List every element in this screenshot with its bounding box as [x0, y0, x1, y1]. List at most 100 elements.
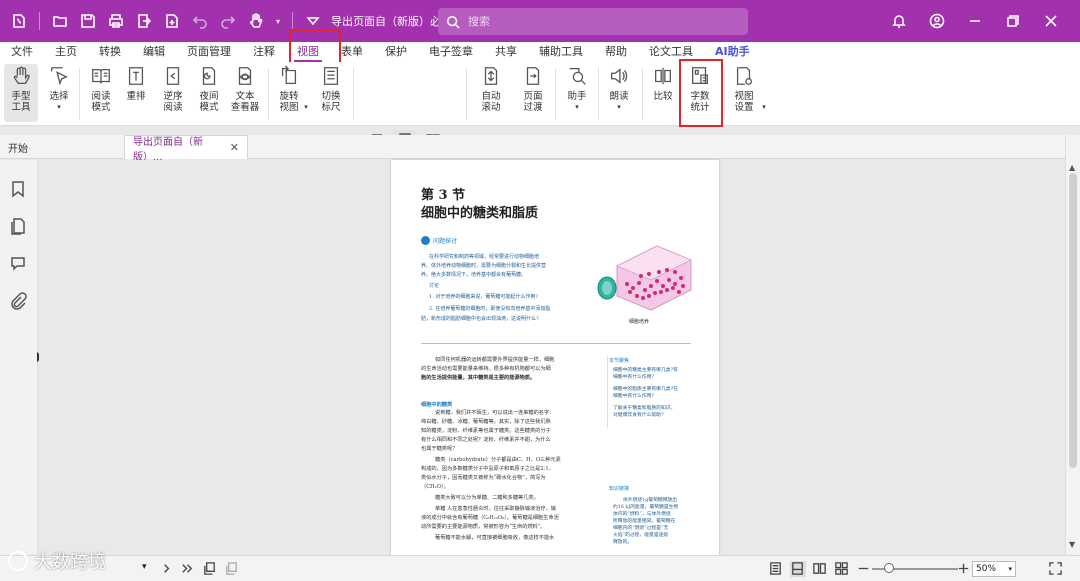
close-tab-icon[interactable]: ✕ — [230, 141, 239, 154]
open-folder-icon[interactable] — [49, 10, 71, 32]
last-page-icon[interactable] — [180, 561, 196, 577]
tab-ai-assistant[interactable]: AI助手 — [704, 43, 761, 62]
tab-share[interactable]: 共享 — [484, 43, 528, 62]
focus-line: 了解关于糖类和脂质的知识， — [613, 406, 676, 411]
link-line: 体内的“燃料”，与体外燃烧 — [613, 512, 671, 517]
toggle-ruler-label: 切换 标尺 — [321, 91, 341, 113]
tab-help[interactable]: 帮助 — [594, 43, 638, 62]
new-document-icon[interactable] — [161, 10, 183, 32]
night-mode-icon — [197, 64, 221, 88]
chevron-down-icon: ▾ — [1008, 565, 1012, 573]
body-line: 也属于糖类呢? — [421, 446, 455, 452]
speaker-icon — [607, 64, 631, 88]
bell-icon[interactable] — [888, 10, 910, 32]
chevron-down-icon: ▾ — [617, 103, 621, 111]
undo-icon[interactable] — [189, 10, 211, 32]
auto-scroll-button[interactable]: 自动 滚动 — [476, 64, 506, 113]
next-page-icon[interactable] — [160, 561, 176, 577]
attachment-icon[interactable] — [9, 292, 29, 312]
divider — [39, 12, 40, 30]
focus-line: 对健康饮食有什么帮助? — [613, 413, 664, 418]
zoom-in-icon[interactable] — [956, 561, 972, 577]
view-settings-button[interactable]: 视图 设置 ▾ — [729, 64, 766, 113]
zoom-out-icon[interactable] — [856, 561, 872, 577]
continuous-view-icon[interactable] — [790, 561, 806, 577]
export-icon[interactable] — [133, 10, 155, 32]
page-dropdown-chevron-icon[interactable]: ▾ — [142, 562, 158, 578]
chevron-down-icon[interactable]: ▾ — [273, 10, 283, 32]
close-icon[interactable] — [1040, 10, 1062, 32]
single-page-view-icon[interactable] — [768, 561, 784, 577]
ribbon-toolbar: 手型 工具 选择 ▾ 阅读 模式 重排 逆序 阅读 夜间 模式 文本 查看器 旋… — [0, 62, 1080, 177]
grid-view-icon[interactable] — [834, 561, 850, 577]
save-icon[interactable] — [77, 10, 99, 32]
tab-comment[interactable]: 注释 — [242, 43, 286, 62]
page-transition-button[interactable]: 页面 过渡 — [518, 64, 548, 113]
tab-home[interactable]: 主页 — [44, 43, 88, 62]
two-page-view-icon[interactable] — [812, 561, 828, 577]
rotate-view-button[interactable]: 旋转 视图 ▾ — [274, 64, 308, 113]
night-mode-label: 夜间 模式 — [199, 91, 219, 113]
qa-line: 2. 在培养葡萄糖的细胞时，即使没有向培养基中添加脂 — [429, 306, 551, 312]
fit-page-icon[interactable] — [224, 561, 240, 577]
print-icon[interactable] — [105, 10, 127, 32]
tab-protect[interactable]: 保护 — [374, 43, 418, 62]
compare-button[interactable]: 比较 — [648, 64, 678, 102]
tab-convert[interactable]: 转换 — [88, 43, 132, 62]
tab-form[interactable]: 表单 — [330, 43, 374, 62]
tab-e-signature[interactable]: 电子签章 — [418, 43, 484, 62]
app-logo-icon[interactable] — [8, 10, 30, 32]
assistant-button[interactable]: 助手 ▾ — [562, 64, 592, 113]
zoom-slider-knob[interactable] — [884, 563, 895, 573]
scroll-down-icon[interactable]: ▼ — [1069, 540, 1075, 549]
tab-accessibility[interactable]: 辅助工具 — [528, 43, 594, 62]
tab-start-label: 开始 — [8, 143, 28, 155]
pages-icon[interactable] — [9, 217, 29, 237]
divider — [466, 68, 467, 120]
tab-page-management[interactable]: 页面管理 — [176, 43, 242, 62]
filter-chevron-icon[interactable] — [302, 10, 324, 32]
scroll-thumb[interactable] — [1069, 173, 1077, 468]
chevron-down-icon: ▾ — [304, 103, 308, 111]
qa-icon — [421, 236, 430, 245]
comment-icon[interactable] — [9, 254, 29, 274]
tab-document[interactable]: 导出页面自（新版）... ✕ — [124, 135, 248, 163]
document-viewport[interactable]: 第 3 节 细胞中的糖类和脂质 问题探讨 在科学研究和制药等领域，经常要进行动物… — [39, 160, 1065, 555]
night-mode-button[interactable]: 夜间 模式 — [194, 64, 224, 113]
select-cursor-icon — [47, 64, 71, 88]
tab-view[interactable]: 视图 — [286, 43, 330, 62]
vertical-scrollbar[interactable]: ▲ ▼ — [1065, 135, 1080, 555]
tab-file[interactable]: 文件 — [0, 43, 44, 62]
hand-cursor-icon[interactable] — [245, 10, 267, 32]
search-box[interactable] — [438, 8, 748, 35]
scroll-up-icon[interactable]: ▲ — [1069, 163, 1075, 172]
hand-tool-button[interactable]: 手型 工具 — [4, 64, 38, 122]
redo-icon[interactable] — [217, 10, 239, 32]
toggle-ruler-button[interactable]: 切换 标尺 — [316, 64, 346, 113]
tab-start[interactable]: 开始 — [0, 135, 36, 159]
fullscreen-icon[interactable] — [1048, 561, 1064, 577]
copy-page-icon[interactable] — [202, 561, 218, 577]
auto-scroll-icon — [479, 64, 503, 88]
tab-thesis-tools[interactable]: 论文工具 — [638, 43, 704, 62]
restore-icon[interactable] — [1002, 10, 1024, 32]
account-icon[interactable] — [926, 10, 948, 32]
divider — [607, 356, 608, 428]
document-tab-strip: 开始 导出页面自（新版）... ✕ ▾ — [0, 135, 1080, 163]
zoom-level-select[interactable]: 50% ▾ — [972, 561, 1016, 577]
reflow-button[interactable]: 重排 — [122, 64, 150, 102]
bookmark-icon[interactable] — [9, 180, 29, 200]
body-line: 糖类大致可以分为单糖、二糖和多糖等几类。 — [435, 495, 539, 501]
minimize-icon[interactable] — [964, 10, 986, 32]
select-button[interactable]: 选择 ▾ — [44, 64, 74, 113]
auto-scroll-label: 自动 滚动 — [481, 91, 501, 113]
read-aloud-button[interactable]: 朗读 ▾ — [604, 64, 634, 113]
word-count-button[interactable]: 字数 统计 — [684, 64, 716, 113]
zoom-level-value: 50% — [976, 564, 997, 574]
read-mode-button[interactable]: 阅读 模式 — [86, 64, 116, 113]
reverse-read-button[interactable]: 逆序 阅读 — [158, 64, 188, 113]
search-input[interactable] — [468, 15, 728, 28]
focus-line: 细胞中的糖类主要有哪几类?有 — [613, 368, 678, 373]
tab-edit[interactable]: 编辑 — [132, 43, 176, 62]
text-viewer-button[interactable]: 文本 查看器 — [228, 64, 262, 113]
